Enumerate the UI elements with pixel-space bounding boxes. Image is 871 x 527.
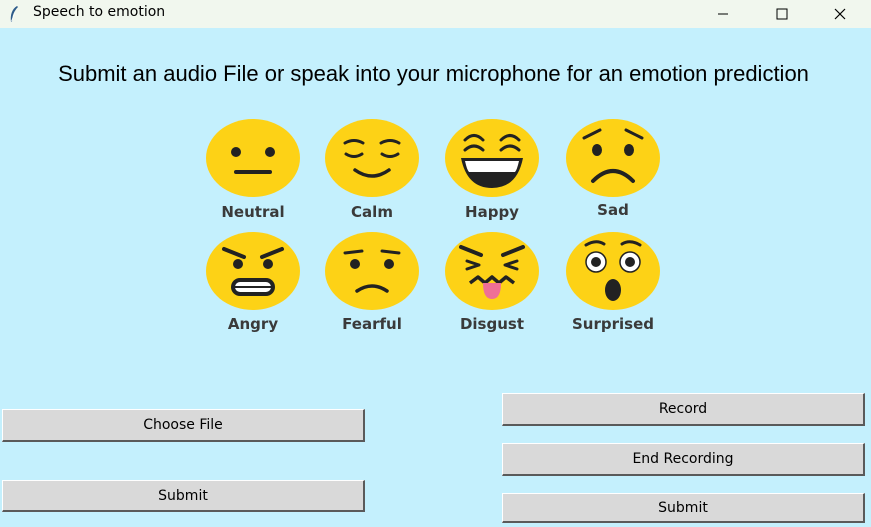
calm-face-icon: [325, 119, 419, 197]
window-title: Speech to emotion: [33, 4, 166, 20]
instruction-heading: Submit an audio File or speak into your …: [58, 61, 809, 86]
neutral-face-icon: [206, 119, 300, 197]
happy-face-icon: [445, 119, 539, 197]
emotion-label: Neutral: [221, 203, 285, 221]
emotion-calm: Calm: [317, 118, 427, 228]
emotion-disgust: Disgust: [437, 231, 547, 341]
emotion-surprised: Surprised: [558, 231, 668, 341]
emotion-neutral: Neutral: [198, 118, 308, 228]
maximize-icon: [776, 8, 788, 20]
fearful-face-icon: [325, 232, 419, 310]
emotion-label: Surprised: [572, 315, 654, 333]
emotion-angry: Angry: [198, 231, 308, 341]
emotion-label: Angry: [227, 315, 279, 333]
choose-file-button[interactable]: Choose File: [2, 409, 365, 442]
emotion-label: Disgust: [459, 315, 525, 333]
minimize-button[interactable]: [700, 0, 746, 28]
emotion-label: Fearful: [342, 315, 402, 333]
end-recording-button[interactable]: End Recording: [502, 443, 865, 476]
angry-face-icon: [206, 232, 300, 310]
close-button[interactable]: [817, 0, 863, 28]
emotion-label: Happy: [465, 203, 519, 221]
disgust-face-icon: [445, 232, 539, 310]
emotion-fearful: Fearful: [317, 231, 427, 341]
emotion-label: Calm: [351, 203, 393, 221]
feather-icon: [10, 6, 18, 23]
record-button[interactable]: Record: [502, 393, 865, 426]
submit-recording-button[interactable]: Submit: [502, 493, 865, 523]
app-content: Submit an audio File or speak into your …: [0, 28, 871, 527]
minimize-icon: [718, 13, 728, 15]
surprised-face-icon: [566, 232, 660, 310]
maximize-button[interactable]: [759, 0, 805, 28]
close-icon: [834, 8, 846, 20]
sad-face-icon: [566, 119, 660, 197]
emotion-sad: Sad: [558, 118, 668, 228]
title-bar: Speech to emotion: [0, 0, 871, 28]
emotion-happy: Happy: [437, 118, 547, 228]
submit-file-button[interactable]: Submit: [2, 480, 365, 512]
emotion-label: Sad: [597, 201, 629, 219]
